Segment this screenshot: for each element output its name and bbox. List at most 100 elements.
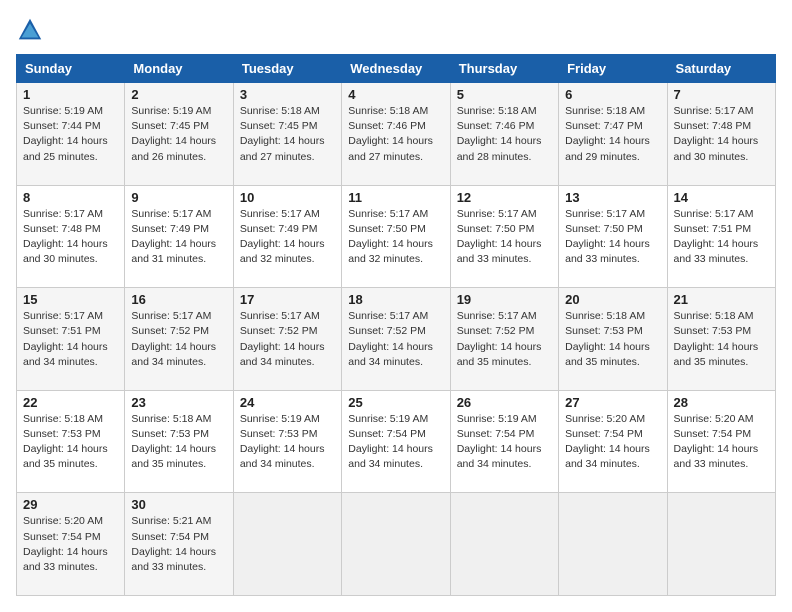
calendar-cell: 25 Sunrise: 5:19 AMSunset: 7:54 PMDaylig… [342,390,450,493]
day-detail: Sunrise: 5:18 AMSunset: 7:45 PMDaylight:… [240,105,325,163]
calendar-cell: 8 Sunrise: 5:17 AMSunset: 7:48 PMDayligh… [17,185,125,288]
calendar-table: SundayMondayTuesdayWednesdayThursdayFrid… [16,54,776,596]
page: SundayMondayTuesdayWednesdayThursdayFrid… [0,0,792,612]
calendar-cell: 5 Sunrise: 5:18 AMSunset: 7:46 PMDayligh… [450,83,558,186]
calendar-cell: 4 Sunrise: 5:18 AMSunset: 7:46 PMDayligh… [342,83,450,186]
day-detail: Sunrise: 5:18 AMSunset: 7:53 PMDaylight:… [23,413,108,471]
day-detail: Sunrise: 5:17 AMSunset: 7:51 PMDaylight:… [674,208,759,266]
calendar-week-row: 8 Sunrise: 5:17 AMSunset: 7:48 PMDayligh… [17,185,776,288]
day-number: 19 [457,292,552,307]
calendar-cell: 27 Sunrise: 5:20 AMSunset: 7:54 PMDaylig… [559,390,667,493]
calendar-header-row: SundayMondayTuesdayWednesdayThursdayFrid… [17,55,776,83]
weekday-header: Friday [559,55,667,83]
calendar-cell [342,493,450,596]
day-number: 5 [457,87,552,102]
day-number: 20 [565,292,660,307]
calendar-week-row: 29 Sunrise: 5:20 AMSunset: 7:54 PMDaylig… [17,493,776,596]
calendar-week-row: 1 Sunrise: 5:19 AMSunset: 7:44 PMDayligh… [17,83,776,186]
calendar-cell [450,493,558,596]
day-number: 7 [674,87,769,102]
calendar-cell: 9 Sunrise: 5:17 AMSunset: 7:49 PMDayligh… [125,185,233,288]
day-detail: Sunrise: 5:19 AMSunset: 7:53 PMDaylight:… [240,413,325,471]
day-number: 14 [674,190,769,205]
day-detail: Sunrise: 5:17 AMSunset: 7:50 PMDaylight:… [457,208,542,266]
day-detail: Sunrise: 5:17 AMSunset: 7:48 PMDaylight:… [674,105,759,163]
day-detail: Sunrise: 5:18 AMSunset: 7:53 PMDaylight:… [131,413,216,471]
day-number: 2 [131,87,226,102]
weekday-header: Saturday [667,55,775,83]
day-number: 12 [457,190,552,205]
weekday-header: Wednesday [342,55,450,83]
logo [16,16,48,44]
day-number: 13 [565,190,660,205]
day-detail: Sunrise: 5:18 AMSunset: 7:53 PMDaylight:… [674,310,759,368]
day-number: 1 [23,87,118,102]
day-detail: Sunrise: 5:17 AMSunset: 7:51 PMDaylight:… [23,310,108,368]
day-number: 30 [131,497,226,512]
calendar-cell [667,493,775,596]
calendar-cell: 6 Sunrise: 5:18 AMSunset: 7:47 PMDayligh… [559,83,667,186]
day-number: 25 [348,395,443,410]
day-number: 16 [131,292,226,307]
day-detail: Sunrise: 5:17 AMSunset: 7:52 PMDaylight:… [240,310,325,368]
day-detail: Sunrise: 5:19 AMSunset: 7:45 PMDaylight:… [131,105,216,163]
day-number: 22 [23,395,118,410]
day-detail: Sunrise: 5:19 AMSunset: 7:54 PMDaylight:… [457,413,542,471]
day-detail: Sunrise: 5:17 AMSunset: 7:50 PMDaylight:… [565,208,650,266]
day-number: 17 [240,292,335,307]
calendar-cell: 26 Sunrise: 5:19 AMSunset: 7:54 PMDaylig… [450,390,558,493]
calendar-cell [559,493,667,596]
day-number: 18 [348,292,443,307]
calendar-cell: 7 Sunrise: 5:17 AMSunset: 7:48 PMDayligh… [667,83,775,186]
calendar-cell: 3 Sunrise: 5:18 AMSunset: 7:45 PMDayligh… [233,83,341,186]
day-number: 4 [348,87,443,102]
calendar-cell: 28 Sunrise: 5:20 AMSunset: 7:54 PMDaylig… [667,390,775,493]
calendar-cell: 29 Sunrise: 5:20 AMSunset: 7:54 PMDaylig… [17,493,125,596]
day-detail: Sunrise: 5:19 AMSunset: 7:44 PMDaylight:… [23,105,108,163]
calendar-cell: 23 Sunrise: 5:18 AMSunset: 7:53 PMDaylig… [125,390,233,493]
day-number: 27 [565,395,660,410]
calendar-cell [233,493,341,596]
day-number: 6 [565,87,660,102]
day-detail: Sunrise: 5:17 AMSunset: 7:52 PMDaylight:… [131,310,216,368]
day-number: 3 [240,87,335,102]
calendar-cell: 10 Sunrise: 5:17 AMSunset: 7:49 PMDaylig… [233,185,341,288]
day-number: 26 [457,395,552,410]
calendar-cell: 21 Sunrise: 5:18 AMSunset: 7:53 PMDaylig… [667,288,775,391]
weekday-header: Sunday [17,55,125,83]
calendar-cell: 18 Sunrise: 5:17 AMSunset: 7:52 PMDaylig… [342,288,450,391]
calendar-cell: 17 Sunrise: 5:17 AMSunset: 7:52 PMDaylig… [233,288,341,391]
day-detail: Sunrise: 5:18 AMSunset: 7:47 PMDaylight:… [565,105,650,163]
day-detail: Sunrise: 5:18 AMSunset: 7:53 PMDaylight:… [565,310,650,368]
calendar-week-row: 22 Sunrise: 5:18 AMSunset: 7:53 PMDaylig… [17,390,776,493]
calendar-cell: 2 Sunrise: 5:19 AMSunset: 7:45 PMDayligh… [125,83,233,186]
calendar-week-row: 15 Sunrise: 5:17 AMSunset: 7:51 PMDaylig… [17,288,776,391]
day-detail: Sunrise: 5:17 AMSunset: 7:49 PMDaylight:… [131,208,216,266]
logo-icon [16,16,44,44]
calendar-cell: 16 Sunrise: 5:17 AMSunset: 7:52 PMDaylig… [125,288,233,391]
calendar-cell: 14 Sunrise: 5:17 AMSunset: 7:51 PMDaylig… [667,185,775,288]
day-number: 15 [23,292,118,307]
calendar-cell: 19 Sunrise: 5:17 AMSunset: 7:52 PMDaylig… [450,288,558,391]
calendar-cell: 1 Sunrise: 5:19 AMSunset: 7:44 PMDayligh… [17,83,125,186]
calendar-cell: 22 Sunrise: 5:18 AMSunset: 7:53 PMDaylig… [17,390,125,493]
day-detail: Sunrise: 5:20 AMSunset: 7:54 PMDaylight:… [23,515,108,573]
day-detail: Sunrise: 5:18 AMSunset: 7:46 PMDaylight:… [457,105,542,163]
day-detail: Sunrise: 5:17 AMSunset: 7:52 PMDaylight:… [348,310,433,368]
calendar-cell: 30 Sunrise: 5:21 AMSunset: 7:54 PMDaylig… [125,493,233,596]
day-number: 23 [131,395,226,410]
day-detail: Sunrise: 5:17 AMSunset: 7:50 PMDaylight:… [348,208,433,266]
day-number: 11 [348,190,443,205]
day-detail: Sunrise: 5:20 AMSunset: 7:54 PMDaylight:… [565,413,650,471]
day-detail: Sunrise: 5:19 AMSunset: 7:54 PMDaylight:… [348,413,433,471]
day-detail: Sunrise: 5:17 AMSunset: 7:52 PMDaylight:… [457,310,542,368]
day-detail: Sunrise: 5:18 AMSunset: 7:46 PMDaylight:… [348,105,433,163]
day-number: 10 [240,190,335,205]
day-detail: Sunrise: 5:21 AMSunset: 7:54 PMDaylight:… [131,515,216,573]
day-number: 9 [131,190,226,205]
calendar-cell: 11 Sunrise: 5:17 AMSunset: 7:50 PMDaylig… [342,185,450,288]
day-number: 29 [23,497,118,512]
weekday-header: Tuesday [233,55,341,83]
day-detail: Sunrise: 5:17 AMSunset: 7:48 PMDaylight:… [23,208,108,266]
calendar-cell: 13 Sunrise: 5:17 AMSunset: 7:50 PMDaylig… [559,185,667,288]
